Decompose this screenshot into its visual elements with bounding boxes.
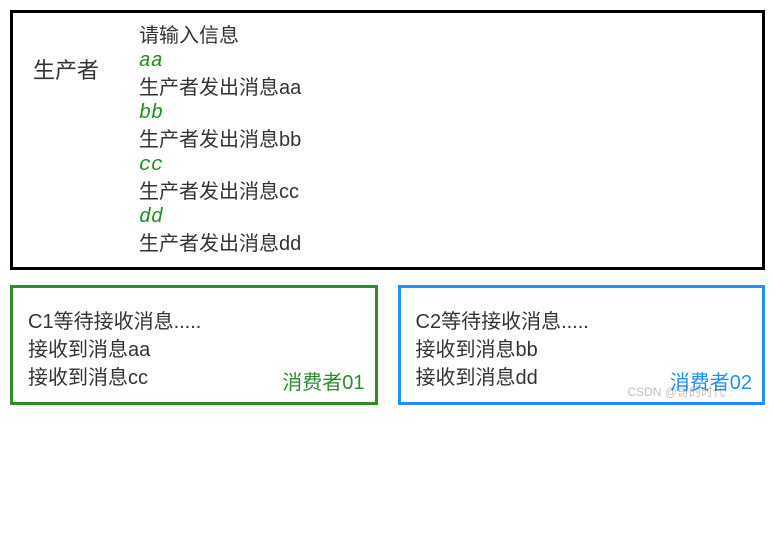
consumer-box-2: C2等待接收消息..... 接收到消息bb 接收到消息dd 消费者02 (398, 285, 766, 405)
consumer-label-1: 消费者01 (282, 369, 364, 397)
producer-output: 生产者发出消息dd (139, 231, 301, 257)
producer-prompt: 请输入信息 (139, 23, 301, 49)
producer-output: 生产者发出消息cc (139, 179, 301, 205)
producer-input: aa (139, 49, 301, 75)
consumer-box-1: C1等待接收消息..... 接收到消息aa 接收到消息cc 消费者01 (10, 285, 378, 405)
producer-output: 生产者发出消息bb (139, 127, 301, 153)
consumer-label-2: 消费者02 (670, 369, 752, 397)
producer-input: bb (139, 101, 301, 127)
producer-input: cc (139, 153, 301, 179)
producer-output: 生产者发出消息aa (139, 75, 301, 101)
consumer-wait: C2等待接收消息..... (416, 308, 748, 336)
producer-content: 请输入信息 aa 生产者发出消息aa bb 生产者发出消息bb cc 生产者发出… (139, 23, 301, 257)
consumer-received: 接收到消息aa (28, 336, 360, 364)
consumer-wait: C1等待接收消息..... (28, 308, 360, 336)
consumer-received: 接收到消息bb (416, 336, 748, 364)
producer-box: 生产者 请输入信息 aa 生产者发出消息aa bb 生产者发出消息bb cc 生… (10, 10, 765, 270)
producer-input: dd (139, 205, 301, 231)
consumers-row: C1等待接收消息..... 接收到消息aa 接收到消息cc 消费者01 C2等待… (10, 285, 765, 405)
producer-label: 生产者 (33, 53, 99, 85)
